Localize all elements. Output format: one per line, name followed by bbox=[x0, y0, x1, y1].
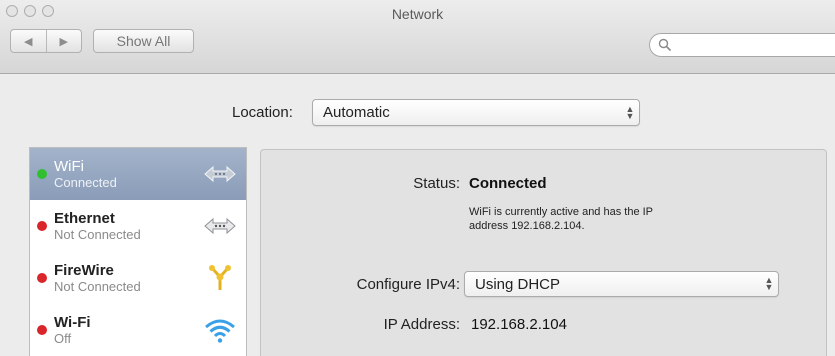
back-button[interactable]: ◀ bbox=[11, 30, 46, 52]
status-value: Connected bbox=[469, 175, 547, 192]
firewire-icon bbox=[209, 265, 231, 290]
service-list: WiFi Connected Ethernet Not Connected Fi bbox=[29, 147, 247, 356]
search-icon bbox=[658, 38, 672, 52]
service-item-wi-fi[interactable]: Wi-Fi Off bbox=[30, 304, 246, 356]
updown-arrows-icon: ▲ ▼ bbox=[764, 275, 774, 292]
service-name: Ethernet bbox=[54, 210, 115, 227]
status-description-line: address 192.168.2.104. bbox=[469, 220, 585, 232]
service-status: Not Connected bbox=[54, 279, 141, 294]
wifi-arrows-icon bbox=[204, 165, 236, 183]
updown-arrows-icon: ▲ ▼ bbox=[625, 103, 635, 121]
service-status: Off bbox=[54, 331, 72, 346]
ethernet-arrows-icon bbox=[204, 217, 236, 235]
ip-address-label: IP Address: bbox=[383, 316, 460, 333]
service-item-wifi[interactable]: WiFi Connected bbox=[30, 148, 246, 200]
service-status: Not Connected bbox=[54, 227, 141, 242]
status-indicator-icon bbox=[37, 273, 47, 283]
toolbar: Network ◀ ▶ Show All bbox=[0, 0, 835, 74]
status-indicator-icon bbox=[37, 169, 47, 179]
network-preferences-window: Network ◀ ▶ Show All Location: Automatic… bbox=[0, 0, 835, 356]
service-name: WiFi bbox=[54, 158, 84, 175]
search-field[interactable] bbox=[649, 33, 835, 57]
status-description-line: WiFi is currently active and has the IP bbox=[469, 206, 654, 218]
service-item-firewire[interactable]: FireWire Not Connected bbox=[30, 252, 246, 304]
status-indicator-icon bbox=[37, 325, 47, 335]
wifi-signal-icon bbox=[205, 319, 235, 343]
configure-ipv4-label: Configure IPv4: bbox=[356, 276, 460, 293]
back-forward-group: ◀ ▶ bbox=[10, 29, 82, 53]
location-select[interactable]: Automatic ▲ ▼ bbox=[312, 99, 640, 126]
configure-ipv4-value: Using DHCP bbox=[475, 275, 561, 293]
service-item-ethernet[interactable]: Ethernet Not Connected bbox=[30, 200, 246, 252]
show-all-button[interactable]: Show All bbox=[93, 29, 194, 53]
status-description: WiFi is currently active and has the IP … bbox=[469, 205, 653, 233]
search-input[interactable] bbox=[676, 37, 826, 53]
service-name: Wi-Fi bbox=[54, 314, 91, 331]
service-status: Connected bbox=[54, 175, 117, 190]
window-title: Network bbox=[391, 6, 444, 22]
location-value: Automatic bbox=[323, 104, 390, 121]
configure-ipv4-select[interactable]: Using DHCP ▲ ▼ bbox=[464, 271, 779, 297]
status-label: Status: bbox=[413, 175, 460, 192]
location-label: Location: bbox=[232, 104, 293, 121]
status-indicator-icon bbox=[37, 221, 47, 231]
service-name: FireWire bbox=[54, 262, 114, 279]
forward-button[interactable]: ▶ bbox=[45, 30, 82, 52]
ip-address-value: 192.168.2.104 bbox=[471, 316, 567, 333]
